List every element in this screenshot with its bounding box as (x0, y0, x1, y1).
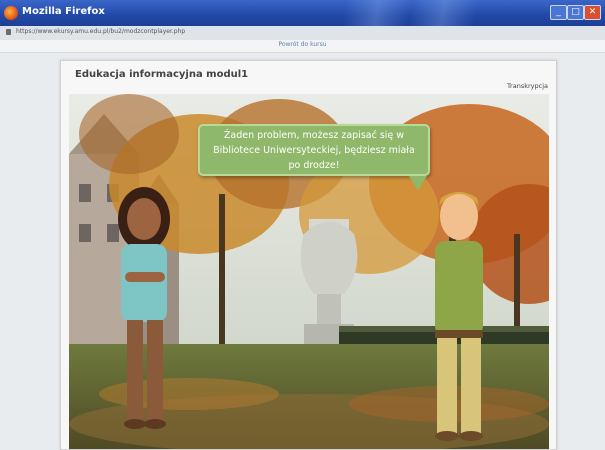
animation-scene[interactable]: Żaden problem, możesz zapisać się w Bibl… (69, 94, 549, 449)
address-bar[interactable]: https://www.ekursy.amu.edu.pl/bu2/modzco… (0, 26, 605, 41)
minimize-button[interactable]: _ (550, 5, 567, 20)
firefox-logo-icon (4, 6, 18, 20)
speech-bubble: Żaden problem, możesz zapisać się w Bibl… (198, 124, 430, 176)
maximize-button[interactable]: □ (567, 5, 584, 20)
url-text[interactable]: https://www.ekursy.amu.edu.pl/bu2/modzco… (16, 28, 185, 35)
course-title: Edukacja informacyjna modul1 (75, 69, 249, 80)
titlebar-decoration (330, 0, 490, 26)
speech-bubble-text: Żaden problem, możesz zapisać się w Bibl… (213, 129, 415, 171)
course-panel: Edukacja informacyjna modul1 Transkrypcj… (60, 60, 557, 450)
window-titlebar: Mozilla Firefox _ □ ✕ (0, 0, 605, 26)
lock-icon (6, 29, 11, 35)
window-title: Mozilla Firefox (22, 6, 105, 17)
return-to-course-link[interactable]: Powrót do kursu (0, 41, 605, 48)
transcript-link[interactable]: Transkrypcja (507, 82, 548, 90)
speech-bubble-tail (409, 176, 427, 190)
return-bar: Powrót do kursu (0, 40, 605, 53)
close-button[interactable]: ✕ (584, 5, 601, 20)
